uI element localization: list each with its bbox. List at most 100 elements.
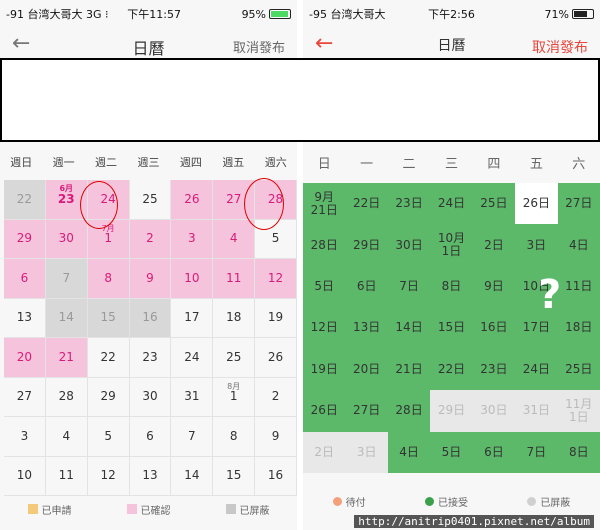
calendar-day[interactable]: 22 [4, 180, 46, 220]
calendar-day[interactable]: 12日 [303, 307, 346, 349]
calendar-day[interactable]: 7日 [387, 265, 431, 308]
calendar-day[interactable]: 16 [129, 298, 172, 338]
calendar-day[interactable]: 5日 [430, 431, 473, 473]
calendar-day[interactable]: 19日 [303, 348, 346, 391]
calendar-day[interactable]: 11日 [557, 265, 600, 308]
calendar-day[interactable]: 30日 [387, 224, 431, 266]
calendar-day[interactable]: 22日 [345, 183, 388, 225]
calendar-day[interactable]: 8月 1 [213, 377, 256, 417]
calendar-day[interactable]: 2日 [303, 431, 346, 473]
calendar-day[interactable]: 6日 [345, 265, 388, 308]
calendar-day[interactable]: 3 [4, 417, 46, 457]
calendar-day[interactable]: 30 [45, 219, 88, 259]
calendar-day[interactable]: 4 [213, 219, 256, 259]
calendar-day[interactable]: 11月 1日 [557, 390, 600, 432]
calendar-day[interactable]: 15 [213, 456, 256, 496]
calendar-day[interactable]: 25 [213, 338, 256, 378]
calendar-day[interactable]: 9月 21日 [303, 183, 346, 225]
calendar-day[interactable]: 31日 [515, 390, 558, 432]
calendar-day[interactable]: 24日 [430, 183, 473, 225]
calendar-day[interactable]: 4日 [557, 224, 600, 266]
calendar-day[interactable]: 20 [4, 338, 46, 378]
calendar-day[interactable]: 25 [129, 180, 172, 220]
calendar-day[interactable]: 8 [87, 259, 130, 299]
calendar-day[interactable]: 28日 [387, 390, 431, 432]
calendar-day[interactable]: 8 [213, 417, 256, 457]
calendar-day[interactable]: 12 [255, 259, 297, 299]
calendar-day[interactable]: 5日 [303, 265, 346, 308]
calendar-day[interactable]: 11 [45, 456, 88, 496]
calendar-day[interactable]: 10月 1日 [430, 224, 473, 266]
calendar-day[interactable]: 30 [129, 377, 172, 417]
calendar-day[interactable]: 13日 [345, 307, 388, 349]
calendar-day[interactable]: 11 [213, 259, 256, 299]
calendar-day[interactable]: 10 [4, 456, 46, 496]
calendar-day[interactable]: 22日 [430, 348, 473, 391]
calendar-day[interactable]: 4日 [387, 431, 431, 473]
cancel-publish-button[interactable]: 取消發布 [532, 37, 588, 57]
calendar-day[interactable]: 17 [171, 298, 214, 338]
calendar-day[interactable]: 6 [129, 417, 172, 457]
calendar-day[interactable]: 8日 [557, 431, 600, 473]
calendar-day[interactable]: 7 [45, 259, 88, 299]
calendar-day[interactable]: 14 [171, 456, 214, 496]
calendar-day[interactable]: 28日 [303, 224, 346, 266]
calendar-day[interactable]: 15 [87, 298, 130, 338]
calendar-day[interactable]: 26日 [303, 390, 346, 432]
calendar-day[interactable]: 29日 [345, 224, 388, 266]
calendar-day[interactable]: 29 [87, 377, 130, 417]
calendar-day[interactable]: 12 [87, 456, 130, 496]
calendar-day[interactable]: 23日 [387, 183, 431, 225]
calendar-day[interactable]: 20日 [345, 348, 388, 391]
calendar-day[interactable]: 24日 [515, 348, 558, 391]
calendar-day[interactable]: 2日 [472, 224, 516, 266]
calendar-day[interactable]: 3日 [345, 431, 388, 473]
calendar-day[interactable]: 26日 [515, 183, 558, 225]
calendar-day[interactable]: 27 [4, 377, 46, 417]
calendar-day[interactable]: 25日 [557, 348, 600, 391]
calendar-day[interactable]: 21日 [387, 348, 431, 391]
calendar-day[interactable]: 3 [171, 219, 214, 259]
calendar-day[interactable]: 24 [171, 338, 214, 378]
calendar-day[interactable]: 26 [171, 180, 214, 220]
calendar-day[interactable]: 16日 [472, 307, 516, 349]
calendar-day[interactable]: 29 [4, 219, 46, 259]
calendar-day[interactable]: 13 [129, 456, 172, 496]
calendar-day[interactable]: 23 [129, 338, 172, 378]
calendar-day[interactable]: 31 [171, 377, 214, 417]
calendar-day[interactable]: 30日 [472, 390, 516, 432]
calendar-day[interactable]: 6日 [472, 431, 516, 473]
calendar-day[interactable]: 18日 [557, 307, 600, 349]
calendar-day[interactable]: 6 [4, 259, 46, 299]
calendar-day[interactable]: 9 [129, 259, 172, 299]
calendar-day[interactable]: 14 [45, 298, 88, 338]
calendar-day[interactable]: 3日 [515, 224, 558, 266]
calendar-day[interactable]: 19 [255, 298, 297, 338]
battery-percent: 95% [241, 7, 267, 21]
calendar-day[interactable]: 2 [255, 377, 297, 417]
calendar-day[interactable]: 13 [4, 298, 46, 338]
calendar-day[interactable]: 15日 [430, 307, 473, 349]
calendar-day[interactable]: 27日 [345, 390, 388, 432]
calendar-day[interactable]: 7 [171, 417, 214, 457]
calendar-day[interactable]: 23日 [472, 348, 516, 391]
calendar-day[interactable]: 21 [45, 338, 88, 378]
cancel-publish-button[interactable]: 取消發布 [233, 37, 285, 56]
calendar-day[interactable]: 14日 [387, 307, 431, 349]
calendar-day[interactable]: 29日 [430, 390, 473, 432]
calendar-day[interactable]: 5 [87, 417, 130, 457]
calendar-day[interactable]: 8日 [430, 265, 473, 308]
calendar-day[interactable]: 2 [129, 219, 172, 259]
calendar-day[interactable]: 4 [45, 417, 88, 457]
calendar-day[interactable]: 16 [255, 456, 297, 496]
calendar-day[interactable]: 27日 [557, 183, 600, 225]
calendar-day[interactable]: 26 [255, 338, 297, 378]
calendar-day[interactable]: 22 [87, 338, 130, 378]
calendar-day[interactable]: 25日 [472, 183, 516, 225]
calendar-day[interactable]: 10 [171, 259, 214, 299]
calendar-day[interactable]: 28 [45, 377, 88, 417]
calendar-day[interactable]: 18 [213, 298, 256, 338]
calendar-day[interactable]: 9 [255, 417, 297, 457]
calendar-day[interactable]: 7日 [515, 431, 558, 473]
calendar-day[interactable]: 9日 [472, 265, 516, 308]
